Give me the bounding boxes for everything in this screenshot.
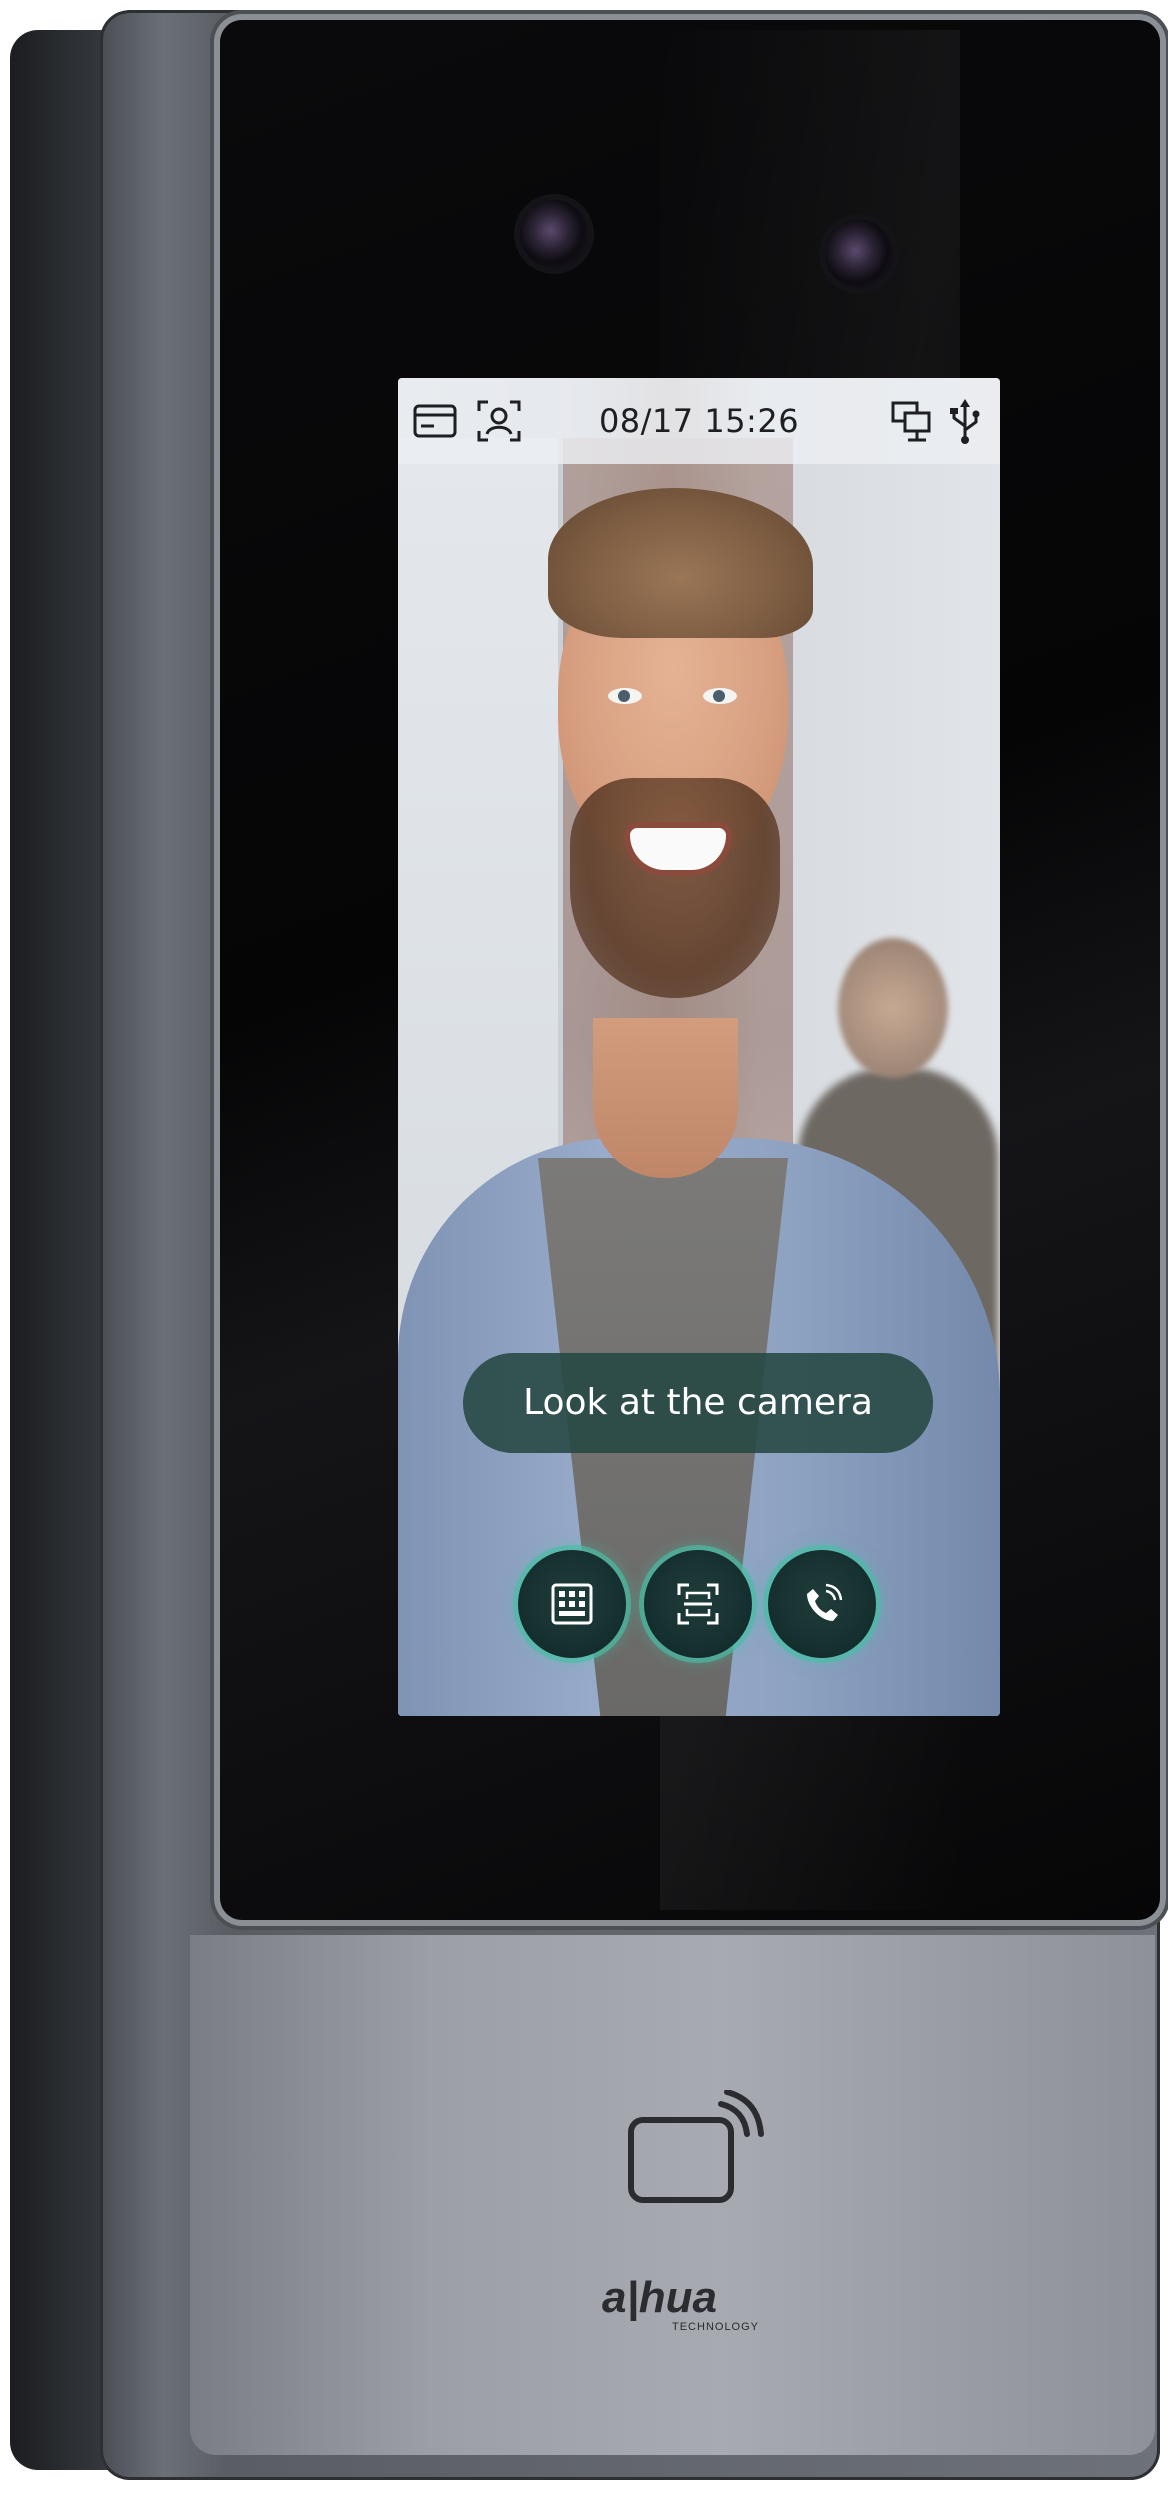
person-eye-right [703,688,737,704]
camera-lens-right [825,220,893,288]
person-beard [570,778,780,998]
person-eye-left [608,688,642,704]
keypad-button[interactable] [518,1550,626,1658]
keypad-icon [551,1583,593,1625]
network-icon [891,401,931,442]
card-reader-icon [628,2090,764,2203]
svg-text:a|hua: a|hua [602,2273,717,2322]
brand-logo-mark: a|hua TECHNOLOGY [602,2273,759,2333]
brand-logo: a|hua TECHNOLOGY [596,2268,786,2338]
face-prompt-banner: Look at the camera [463,1353,933,1453]
status-bar: 08/17 15:26 [398,378,1000,464]
call-button[interactable] [768,1550,876,1658]
usb-icon [950,399,980,444]
call-icon [807,1583,843,1621]
qr-scan-button[interactable] [644,1550,752,1658]
qr-scan-icon [677,1583,719,1625]
person-neck [593,1018,738,1178]
camera-lens-left [520,200,588,268]
touchscreen: 08/17 15:26 Look at the camera [398,378,1000,1716]
background-person-head [838,938,948,1078]
svg-text:TECHNOLOGY: TECHNOLOGY [672,2321,759,2333]
